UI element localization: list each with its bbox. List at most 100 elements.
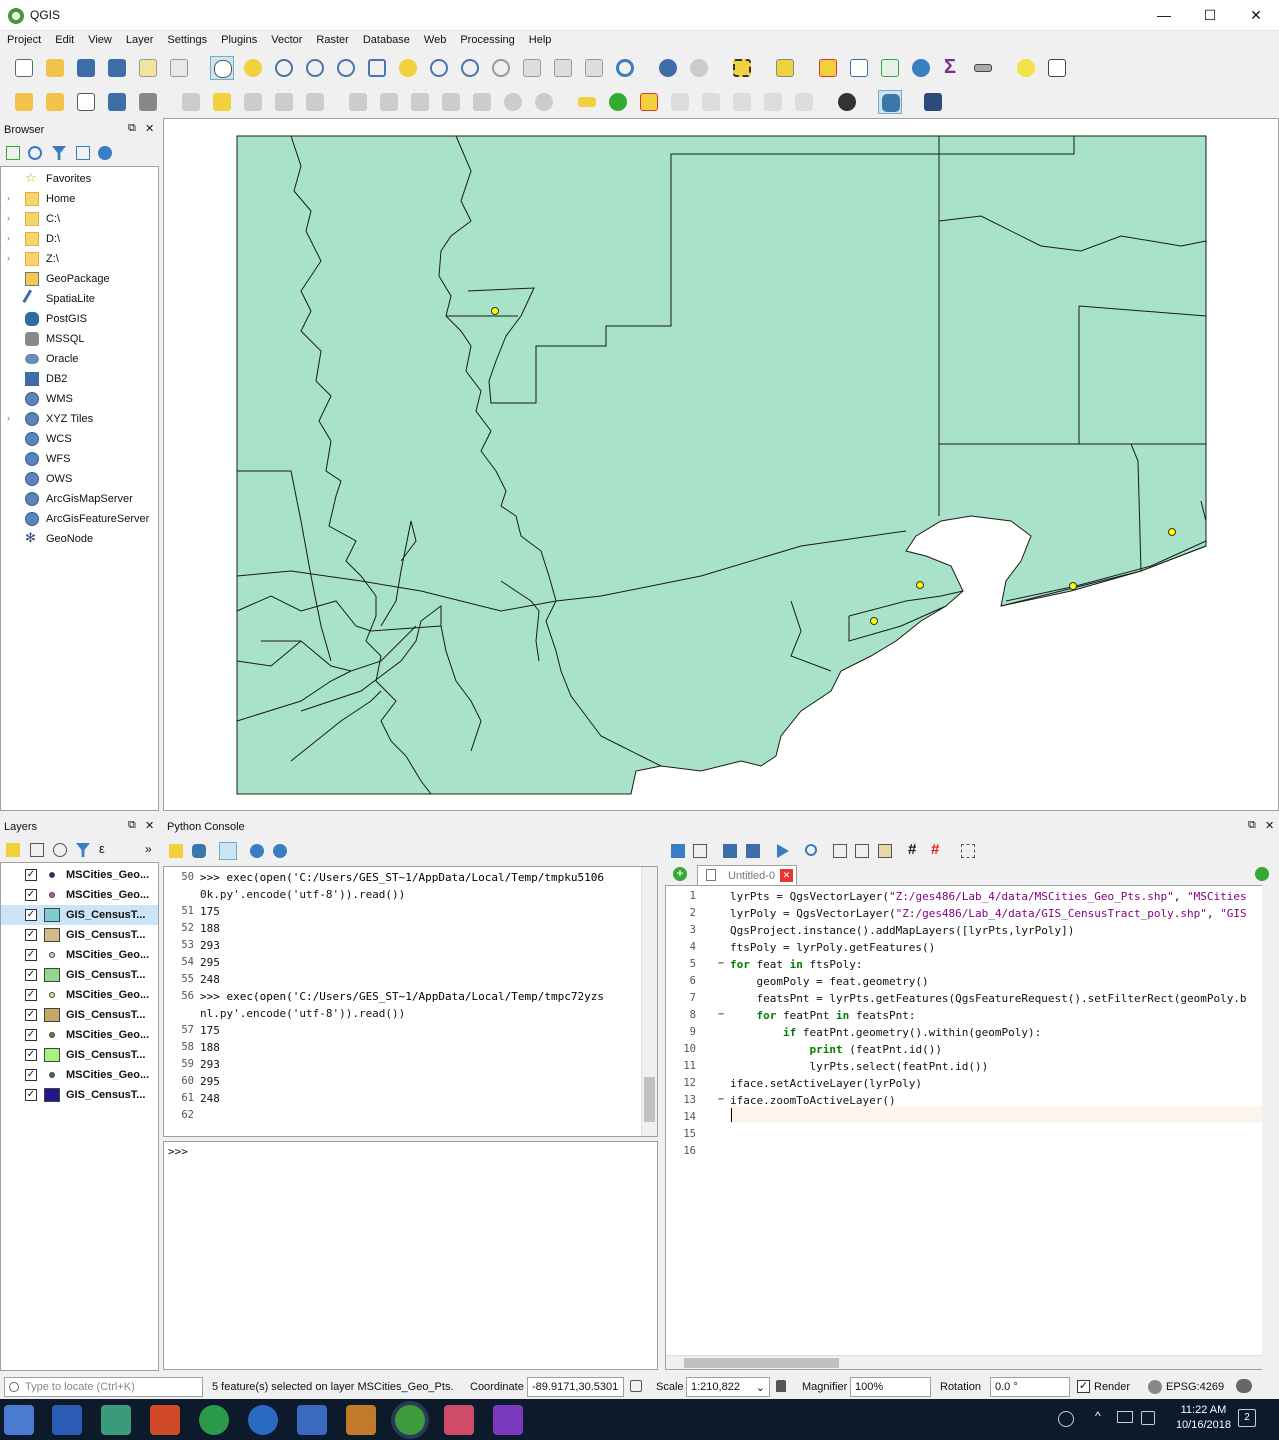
current-edits-icon[interactable] xyxy=(179,90,203,114)
code-editor[interactable]: 1 2 3 4 5 6 7 8 9 10 11 12 13 14 15 16 lyrPts = QgsVecto… xyxy=(665,885,1276,1370)
rstudio-icon[interactable] xyxy=(297,1405,327,1435)
fold-marker-icon[interactable]: − xyxy=(718,1094,724,1105)
browser-item[interactable]: ✻ GeoNode xyxy=(1,529,158,549)
editor-hscrollbar[interactable] xyxy=(666,1355,1275,1369)
menu-settings[interactable]: Settings xyxy=(160,31,214,51)
visibility-eye-icon[interactable] xyxy=(53,843,67,857)
console-scrollbar[interactable] xyxy=(641,867,657,1136)
layer-item[interactable]: ✓ GIS_CensusT... xyxy=(1,905,158,925)
import-class-icon[interactable] xyxy=(192,844,206,858)
layer-visibility-checkbox[interactable]: ✓ xyxy=(25,909,37,921)
copy-icon[interactable] xyxy=(855,844,869,858)
system-clock[interactable]: 11:22 AM 10/16/2018 xyxy=(1176,1404,1231,1431)
label-toolbar-icon[interactable] xyxy=(575,90,599,114)
menu-project[interactable]: Project xyxy=(0,31,48,51)
tab-list-icon[interactable] xyxy=(1255,867,1269,881)
minimize-button[interactable]: — xyxy=(1141,0,1187,31)
close-panel-icon[interactable]: ✕ xyxy=(145,122,154,135)
processing-toolbox-icon[interactable] xyxy=(909,56,933,80)
attribute-table-icon[interactable] xyxy=(847,56,871,80)
zoom-selection-icon[interactable] xyxy=(396,56,420,80)
magnifier-spinbox[interactable]: 100% xyxy=(850,1377,931,1397)
new-project-button[interactable] xyxy=(12,56,36,80)
python-console-icon[interactable] xyxy=(878,90,902,114)
style-brush-icon[interactable] xyxy=(6,843,20,857)
new-shapefile-layer-icon[interactable] xyxy=(74,90,98,114)
object-inspector-icon[interactable] xyxy=(961,844,975,858)
collapse-all-icon[interactable] xyxy=(76,146,90,160)
expand-arrow-icon[interactable]: › xyxy=(7,253,10,263)
layer-item[interactable]: ✓ MSCities_Geo... xyxy=(1,885,158,905)
browser-item[interactable]: MSSQL xyxy=(1,329,158,349)
menu-view[interactable]: View xyxy=(81,31,119,51)
menu-raster[interactable]: Raster xyxy=(309,31,355,51)
pan-to-selection-button[interactable] xyxy=(241,56,265,80)
uncomment-hash-icon[interactable]: # xyxy=(931,841,939,858)
refresh-icon[interactable] xyxy=(28,146,42,160)
expand-arrow-icon[interactable]: › xyxy=(7,213,10,223)
console-output[interactable]: 50 >>> exec(open('C:/Users/GES_ST~1/AppDa… xyxy=(163,866,658,1137)
expand-arrow-icon[interactable]: › xyxy=(7,233,10,243)
browser-item[interactable]: › XYZ Tiles xyxy=(1,409,158,429)
menu-database[interactable]: Database xyxy=(356,31,417,51)
rotation-spinbox[interactable]: 0.0 ° xyxy=(990,1377,1070,1397)
zoom-last-icon[interactable] xyxy=(458,56,482,80)
people-icon[interactable] xyxy=(1058,1411,1074,1427)
close-panel-icon[interactable]: ✕ xyxy=(1265,819,1274,832)
layer-item[interactable]: ✓ GIS_CensusT... xyxy=(1,1045,158,1065)
layer-item[interactable]: ✓ MSCities_Geo... xyxy=(1,1025,158,1045)
expand-arrow-icon[interactable]: › xyxy=(7,413,10,423)
plugin-binoculars-icon[interactable] xyxy=(835,90,859,114)
layer-visibility-checkbox[interactable]: ✓ xyxy=(25,969,37,981)
open-script-icon[interactable] xyxy=(671,844,685,858)
menu-processing[interactable]: Processing xyxy=(453,31,521,51)
diagram-icon[interactable] xyxy=(606,90,630,114)
add-feature-icon[interactable] xyxy=(272,90,296,114)
action-center-icon[interactable]: 2 xyxy=(1238,1409,1256,1427)
messages-bubble-icon[interactable] xyxy=(1236,1379,1252,1393)
save-project-button[interactable] xyxy=(74,56,98,80)
menu-web[interactable]: Web xyxy=(417,31,453,51)
r-icon[interactable] xyxy=(248,1405,278,1435)
layer-visibility-checkbox[interactable]: ✓ xyxy=(25,949,37,961)
layer-visibility-checkbox[interactable]: ✓ xyxy=(25,869,37,881)
show-editor-icon[interactable] xyxy=(219,842,237,860)
browser-item[interactable]: OWS xyxy=(1,469,158,489)
settings-gear-icon[interactable] xyxy=(250,844,264,858)
browser-item[interactable]: Oracle xyxy=(1,349,158,369)
browser-item[interactable]: GeoPackage xyxy=(1,269,158,289)
copy-features-icon[interactable] xyxy=(439,90,463,114)
find-icon[interactable] xyxy=(805,844,817,856)
map-tips-icon[interactable] xyxy=(1014,56,1038,80)
new-temp-layer-icon[interactable] xyxy=(136,90,160,114)
layer-item[interactable]: ✓ GIS_CensusT... xyxy=(1,1005,158,1025)
qgis-taskbar-icon[interactable] xyxy=(395,1405,425,1435)
layer-item[interactable]: ✓ MSCities_Geo... xyxy=(1,865,158,885)
browser-item[interactable]: WMS xyxy=(1,389,158,409)
visual-studio-icon[interactable] xyxy=(493,1405,523,1435)
layer-visibility-checkbox[interactable]: ✓ xyxy=(25,1029,37,1041)
browser-item[interactable]: › D:\ xyxy=(1,229,158,249)
globe-crs-icon[interactable] xyxy=(1148,1380,1162,1394)
vertex-tool-icon[interactable] xyxy=(346,90,370,114)
browser-item[interactable]: ☆ Favorites xyxy=(1,169,158,189)
open-project-button[interactable] xyxy=(43,56,67,80)
new-print-layout-button[interactable] xyxy=(136,56,160,80)
taskbar-app-icon[interactable] xyxy=(101,1405,131,1435)
pin-labels-icon[interactable] xyxy=(668,90,692,114)
expand-arrow-icon[interactable]: › xyxy=(7,193,10,203)
toggle-editing-pencil-icon[interactable] xyxy=(210,90,234,114)
layer-item[interactable]: ✓ GIS_CensusT... xyxy=(1,965,158,985)
fold-marker-icon[interactable]: − xyxy=(718,1009,724,1020)
scrollbar-thumb[interactable] xyxy=(644,1077,655,1122)
close-tab-icon[interactable]: ✕ xyxy=(780,869,793,882)
taskbar-app-icon[interactable] xyxy=(199,1405,229,1435)
float-panel-icon[interactable]: ⧉ xyxy=(1248,819,1256,832)
layout-manager-button[interactable] xyxy=(167,56,191,80)
filter-icon[interactable] xyxy=(52,146,66,160)
show-hide-labels-icon[interactable] xyxy=(699,90,723,114)
new-geopackage-layer-icon[interactable] xyxy=(43,90,67,114)
zoom-full-icon[interactable] xyxy=(365,56,389,80)
redo-icon[interactable] xyxy=(532,90,556,114)
action-icon[interactable] xyxy=(687,56,711,80)
